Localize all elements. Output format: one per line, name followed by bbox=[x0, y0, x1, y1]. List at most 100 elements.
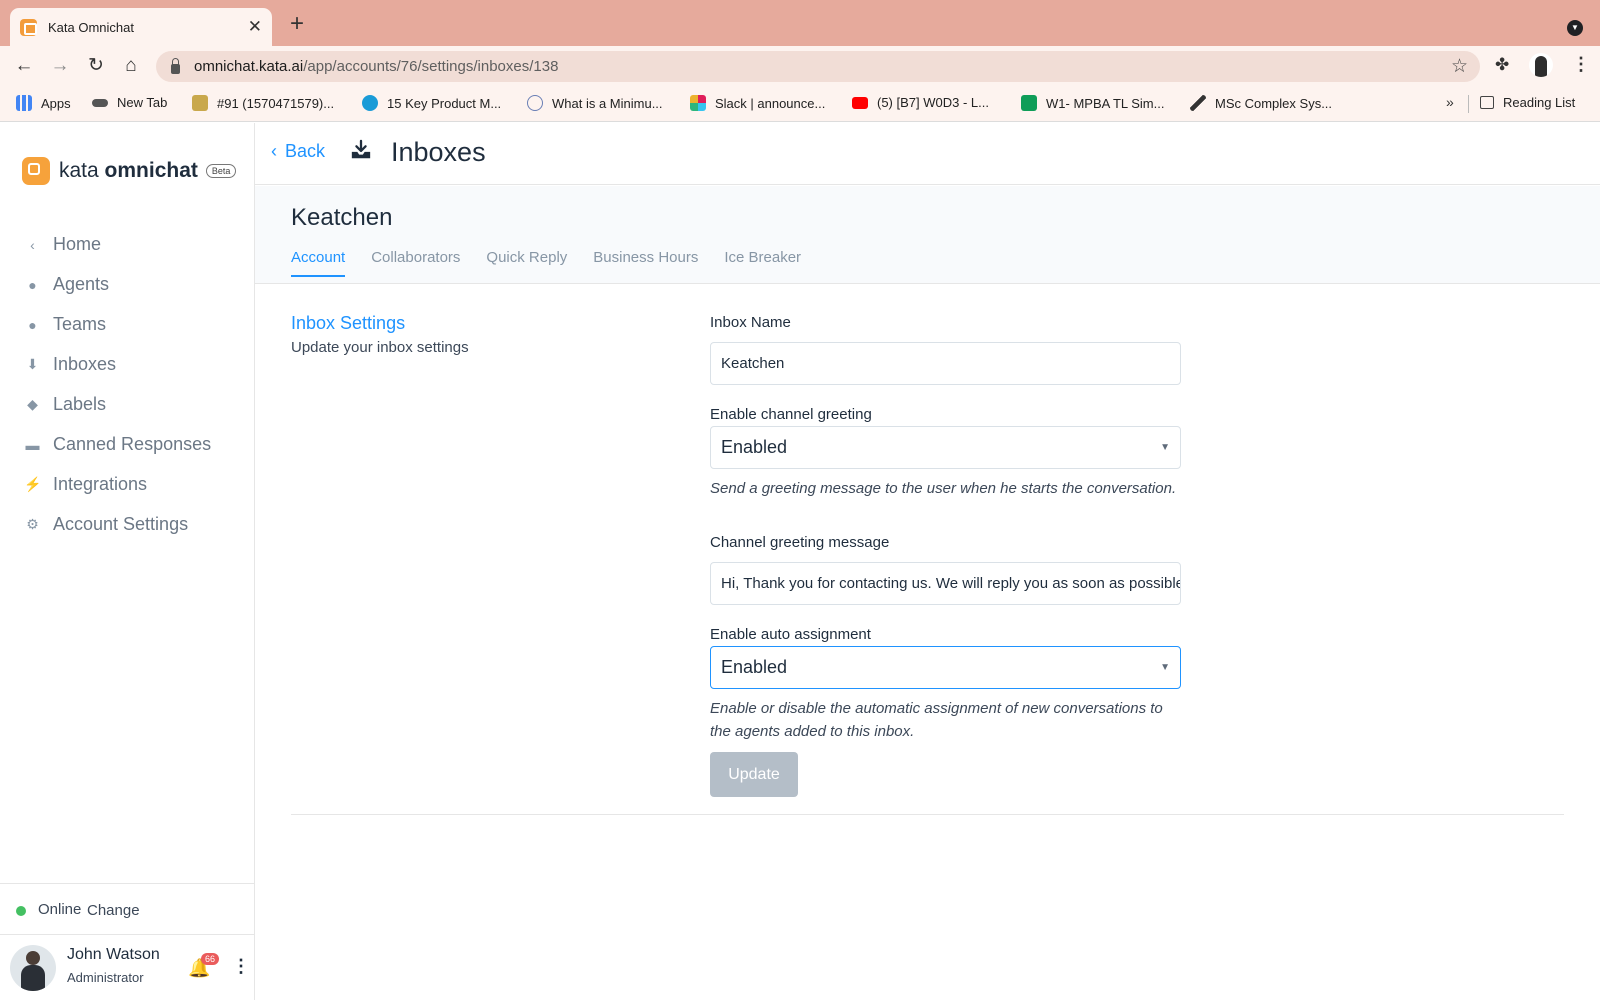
bookmark-favicon-icon bbox=[192, 95, 208, 111]
reload-icon[interactable]: ↻ bbox=[84, 55, 108, 77]
bookmark-item[interactable]: Slack | announce... bbox=[690, 95, 825, 111]
tab-business-hours[interactable]: Business Hours bbox=[593, 249, 698, 277]
sidebar-item-account-settings[interactable]: ⚙ Account Settings bbox=[24, 514, 188, 535]
bookmark-favicon-icon bbox=[362, 95, 378, 111]
online-status-dot bbox=[16, 906, 26, 916]
sidebar-item-labels[interactable]: ◆ Labels bbox=[24, 394, 106, 415]
sidebar-item-label: Labels bbox=[53, 394, 107, 414]
gear-icon: ⚙ bbox=[26, 516, 39, 532]
user-role: Administrator bbox=[67, 970, 144, 985]
sidebar-item-agents[interactable]: ● Agents bbox=[24, 274, 109, 295]
bookmark-item[interactable]: #91 (1570471579)... bbox=[192, 95, 334, 111]
bookmark-label: What is a Minimu... bbox=[552, 95, 663, 111]
avatar[interactable] bbox=[10, 945, 56, 991]
address-bar[interactable]: omnichat.kata.ai/app/accounts/76/setting… bbox=[156, 51, 1480, 82]
browser-tab[interactable]: Kata Omnichat ✕ bbox=[10, 8, 272, 46]
bookmark-label: Apps bbox=[41, 95, 71, 111]
auto-assignment-value: Enabled bbox=[721, 657, 788, 677]
chevron-left-icon: ‹ bbox=[30, 236, 35, 253]
tab-search-icon[interactable]: ▼ bbox=[1567, 20, 1583, 36]
agents-icon: ● bbox=[28, 276, 37, 293]
back-label: Back bbox=[285, 141, 326, 161]
bookmark-label: Slack | announce... bbox=[715, 95, 826, 111]
sidebar-item-integrations[interactable]: ⚡ Integrations bbox=[24, 474, 147, 495]
sidebar-item-label: Account Settings bbox=[53, 514, 189, 534]
sidebar-item-home[interactable]: ‹ Home bbox=[24, 234, 101, 255]
url-path: /app/accounts/76/settings/inboxes/138 bbox=[303, 58, 559, 75]
back-button[interactable]: ‹ Back bbox=[271, 141, 325, 162]
new-tab-icon[interactable]: + bbox=[290, 12, 304, 36]
availability-status: Online Change bbox=[0, 883, 255, 935]
greeting-message-label: Channel greeting message bbox=[710, 534, 890, 551]
bookmark-apps[interactable]: Apps bbox=[16, 95, 71, 111]
update-button[interactable]: Update bbox=[710, 752, 798, 797]
greeting-message-input[interactable]: Hi, Thank you for contacting us. We will… bbox=[710, 562, 1181, 605]
page-title: Inboxes bbox=[391, 137, 486, 167]
url-host: omnichat.kata.ai bbox=[194, 58, 304, 75]
bookmark-new-tab[interactable]: New Tab bbox=[92, 95, 167, 110]
sheets-icon bbox=[1021, 95, 1037, 111]
tab-ice-breaker[interactable]: Ice Breaker bbox=[724, 249, 801, 277]
home-icon[interactable]: ⌂ bbox=[119, 55, 143, 77]
back-arrow-icon[interactable]: ← bbox=[12, 55, 36, 77]
youtube-icon bbox=[852, 96, 868, 109]
brand-name-bold: omnichat bbox=[104, 159, 198, 182]
section-title: Inbox Settings bbox=[291, 313, 406, 333]
brand-name-light: kata bbox=[59, 159, 105, 182]
page-header: ‹ Back Inboxes bbox=[255, 123, 1600, 185]
auto-assignment-select[interactable]: Enabled ▼ bbox=[710, 646, 1181, 689]
brand-name: kata omnichat bbox=[59, 159, 198, 183]
tab-quick-reply[interactable]: Quick Reply bbox=[486, 249, 567, 277]
beta-badge: Beta bbox=[205, 164, 237, 178]
bookmark-label: #91 (1570471579)... bbox=[217, 95, 335, 111]
bookmarks-divider bbox=[1468, 95, 1469, 113]
bookmark-star-icon[interactable]: ☆ bbox=[1451, 55, 1468, 78]
bookmark-favicon-icon bbox=[1190, 95, 1206, 111]
sidebar-item-label: Integrations bbox=[53, 474, 148, 494]
content-divider bbox=[291, 814, 1564, 815]
sidebar-item-canned-responses[interactable]: ▬ Canned Responses bbox=[24, 434, 212, 455]
bookmark-item[interactable]: MSc Complex Sys... bbox=[1190, 95, 1332, 111]
inbox-name-label: Inbox Name bbox=[710, 314, 791, 331]
reading-list-button[interactable]: Reading List bbox=[1480, 95, 1575, 110]
bookmark-label: 15 Key Product M... bbox=[387, 95, 502, 111]
profile-avatar[interactable] bbox=[1529, 53, 1553, 77]
inbox-icon bbox=[351, 139, 371, 159]
sidebar-item-label: Agents bbox=[53, 274, 110, 294]
chat-icon: ▬ bbox=[25, 436, 40, 453]
chevron-down-icon: ▼ bbox=[1160, 442, 1170, 453]
close-icon[interactable]: ✕ bbox=[248, 17, 262, 37]
chevron-left-icon: ‹ bbox=[271, 141, 277, 161]
notification-count-badge: 66 bbox=[201, 953, 220, 965]
sidebar-item-inboxes[interactable]: ⬇ Inboxes bbox=[24, 354, 116, 375]
bookmark-item[interactable]: (5) [B7] W0D3 - L... bbox=[852, 95, 989, 110]
change-status-button[interactable]: Change bbox=[87, 902, 140, 919]
sidebar-item-label: Canned Responses bbox=[53, 434, 212, 454]
tab-account[interactable]: Account bbox=[291, 249, 346, 277]
lock-icon bbox=[171, 57, 180, 74]
apps-grid-icon bbox=[16, 95, 32, 111]
bookmark-item[interactable]: W1- MPBA TL Sim... bbox=[1021, 95, 1164, 111]
bookmark-item[interactable]: What is a Minimu... bbox=[527, 95, 663, 111]
reading-list-icon bbox=[1480, 96, 1494, 109]
section-description: Update your inbox settings bbox=[291, 339, 469, 356]
auto-assignment-help: Enable or disable the automatic assignme… bbox=[710, 700, 1163, 740]
user-menu-icon[interactable]: ⋮ bbox=[232, 956, 250, 977]
brand-logo-block[interactable]: kata omnichat Beta bbox=[22, 157, 237, 185]
bookmark-label: W1- MPBA TL Sim... bbox=[1046, 95, 1165, 111]
browser-menu-icon[interactable]: ⋮ bbox=[1572, 54, 1590, 75]
tab-collaborators[interactable]: Collaborators bbox=[371, 249, 460, 277]
sidebar: kata omnichat Beta ‹ Home ● Agents ● Teams … bbox=[0, 123, 255, 1000]
inbox-icon: ⬇ bbox=[26, 356, 39, 372]
user-name: John Watson bbox=[67, 946, 160, 963]
more-bookmarks-button[interactable]: » bbox=[1446, 94, 1454, 110]
inbox-name-input[interactable]: Keatchen bbox=[710, 342, 1181, 385]
extensions-icon[interactable]: ✤ bbox=[1495, 55, 1509, 75]
sidebar-item-teams[interactable]: ● Teams bbox=[24, 314, 106, 335]
slack-icon bbox=[690, 95, 706, 111]
bookmark-item[interactable]: 15 Key Product M... bbox=[362, 95, 501, 111]
forward-arrow-icon[interactable]: → bbox=[48, 55, 72, 77]
channel-greeting-select[interactable]: Enabled ▼ bbox=[710, 426, 1181, 469]
teams-icon: ● bbox=[28, 316, 37, 333]
bookmarks-bar: Apps New Tab #91 (1570471579)... 15 Key … bbox=[0, 86, 1600, 122]
